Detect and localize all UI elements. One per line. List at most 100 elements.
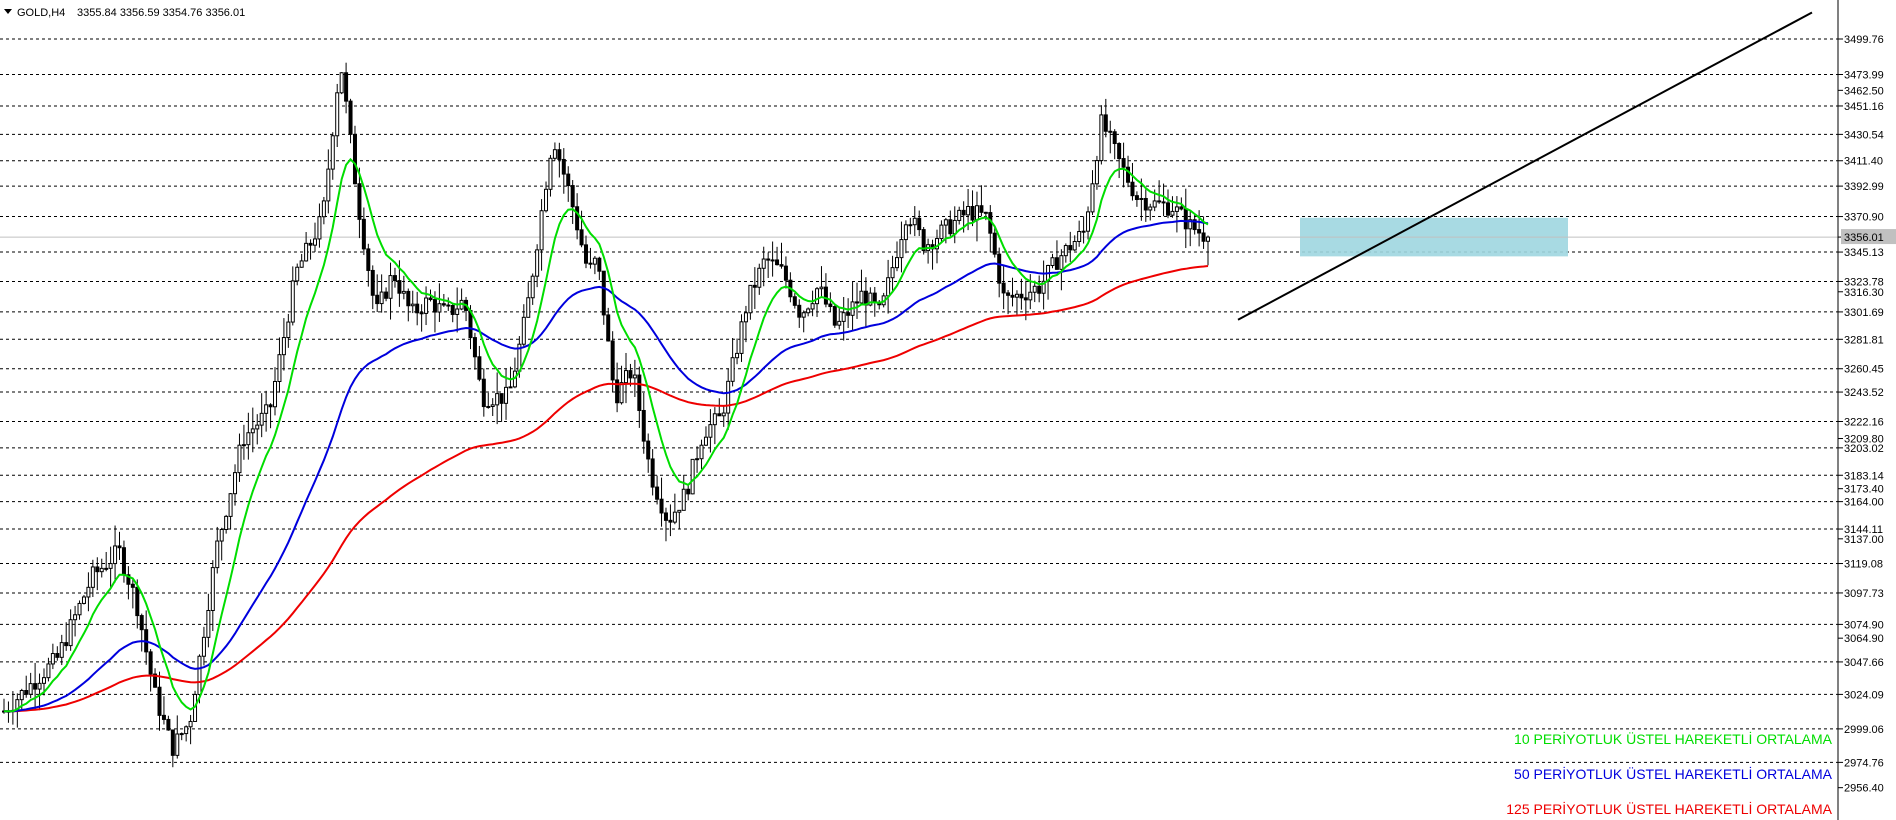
price-label: 3345.13	[1844, 247, 1884, 259]
candle	[46, 657, 51, 682]
candle	[1130, 162, 1135, 201]
candle	[508, 366, 513, 389]
candle	[623, 352, 628, 404]
candle	[726, 368, 731, 431]
candle	[863, 277, 868, 327]
candle	[104, 551, 109, 572]
candle	[1028, 274, 1033, 310]
candle	[90, 559, 95, 597]
price-label: 3173.40	[1844, 484, 1884, 496]
candle	[1206, 235, 1210, 266]
price-label: 3499.76	[1844, 34, 1884, 46]
candle	[237, 433, 242, 482]
candle	[806, 307, 811, 317]
candle	[997, 247, 1002, 298]
candle	[295, 263, 300, 286]
candle	[24, 675, 29, 698]
candle	[286, 313, 291, 348]
candle	[970, 190, 975, 227]
candle	[472, 332, 477, 370]
candle	[1121, 142, 1126, 188]
candle	[690, 458, 695, 495]
candle	[903, 220, 908, 254]
candle	[59, 634, 64, 666]
price-axis: 3499.76 3473.99 3462.50 3451.16 3430.54 3411.…	[1838, 34, 1896, 795]
candle	[184, 725, 189, 742]
candle	[1099, 105, 1104, 165]
symbol-dropdown-icon[interactable]	[4, 9, 12, 14]
candle	[837, 306, 842, 330]
candle	[1050, 253, 1055, 269]
candle	[406, 288, 411, 322]
candle	[846, 298, 851, 329]
candle	[632, 359, 637, 398]
legend: 10 PERİYOTLUK ÜSTEL HAREKETLİ ORTALAMA 50…	[1506, 730, 1832, 817]
candle	[877, 299, 882, 310]
price-label: 3243.52	[1844, 387, 1884, 399]
candle	[455, 287, 460, 333]
trendline[interactable]	[1237, 11, 1813, 321]
candle	[752, 267, 757, 309]
candle	[250, 407, 255, 453]
candle	[304, 232, 309, 262]
candle	[201, 626, 206, 666]
candle	[730, 338, 735, 387]
candle	[775, 246, 780, 266]
candle	[175, 715, 180, 759]
candle	[539, 199, 544, 271]
candle	[330, 132, 335, 180]
candle	[499, 393, 504, 422]
candle	[273, 367, 278, 416]
candle	[957, 206, 962, 225]
candle	[1054, 240, 1059, 270]
candle	[584, 235, 589, 269]
price-chart[interactable]: 3499.76 3473.99 3462.50 3451.16 3430.54 3411.…	[0, 0, 1896, 820]
candle	[526, 282, 531, 318]
candle	[735, 338, 740, 365]
candle	[281, 318, 286, 371]
candle	[210, 560, 215, 632]
candle	[241, 424, 246, 460]
candle	[415, 291, 420, 326]
ema-50-line	[3, 219, 1209, 713]
candle	[308, 239, 313, 260]
candle	[770, 241, 775, 277]
candle	[81, 594, 86, 605]
candle	[326, 149, 331, 214]
candle	[424, 286, 429, 326]
candle	[401, 275, 406, 300]
candle	[370, 265, 375, 310]
candle	[974, 191, 979, 242]
price-label: 3316.30	[1844, 287, 1884, 299]
candle	[1090, 170, 1095, 216]
price-label: 3137.00	[1844, 534, 1884, 546]
price-label: 3024.09	[1844, 689, 1884, 701]
candle	[233, 464, 238, 506]
candle	[512, 357, 517, 389]
candle	[117, 531, 122, 560]
candle	[797, 299, 802, 328]
candle	[219, 527, 224, 561]
candle	[108, 546, 113, 588]
candle	[1068, 231, 1073, 262]
candle	[1072, 235, 1077, 251]
candle	[348, 98, 353, 144]
candle	[77, 600, 82, 620]
candle	[1063, 243, 1068, 263]
candle	[592, 255, 597, 275]
candle	[170, 729, 175, 768]
candle	[157, 671, 162, 731]
candle	[481, 368, 486, 417]
candle	[495, 372, 500, 425]
candle	[597, 256, 602, 280]
price-label: 3473.99	[1844, 70, 1884, 82]
price-label: 3097.73	[1844, 588, 1884, 600]
candle	[1094, 155, 1099, 190]
candle	[450, 304, 455, 323]
candle	[317, 203, 322, 248]
candle	[1019, 278, 1024, 310]
candle	[535, 244, 540, 288]
symbol-label: GOLD,H4	[17, 7, 65, 19]
candle	[557, 142, 562, 178]
candle	[699, 439, 704, 470]
